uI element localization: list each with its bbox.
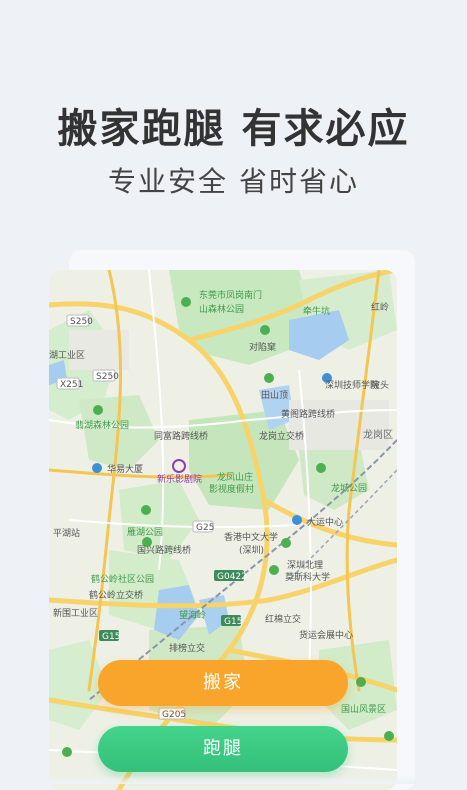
map-label: 国兴路跨线桥 (137, 544, 191, 556)
map-label: 龙岗区 (363, 428, 393, 441)
map-label: 平湖站 (53, 527, 80, 539)
map-label: 新围工业区 (53, 607, 98, 619)
svg-text:G15: G15 (102, 632, 120, 642)
map-label: 鹤公岭立交桥 (89, 589, 143, 601)
svg-text:G205: G205 (162, 710, 186, 720)
map-label: 龙岗立交桥 (259, 430, 304, 442)
map-label: 排榜立交 (169, 642, 205, 654)
map-label: 龙城公园 (331, 482, 367, 494)
svg-text:S250: S250 (70, 317, 93, 327)
svg-text:G0422: G0422 (217, 572, 247, 582)
map-label: 红棉立交 (265, 613, 301, 625)
svg-text:G15: G15 (224, 617, 242, 627)
map-label: 鹤公岭社区公园 (91, 573, 154, 585)
map-label: 同富路跨线桥 (154, 430, 208, 442)
map-label: 货运会展中心 (299, 629, 353, 641)
map-label: 牵牛坑 (303, 305, 330, 317)
map-label: 对陷窠 (249, 341, 276, 353)
svg-text:S250: S250 (96, 372, 119, 382)
map-label: 田山顶 (261, 390, 288, 401)
map-label: 龙凤山庄 (217, 471, 253, 483)
map-label: 望海岭 (179, 609, 206, 621)
map-label: 东莞市凤岗南门 (199, 289, 262, 301)
map-label: 国山风景区 (341, 704, 386, 715)
map-label: 香港中文大学 (224, 531, 278, 543)
map-label: 翡湖森林公园 (75, 419, 129, 431)
map-label: 新乐影剧院 (157, 473, 202, 485)
subline: 专业安全 省时省心 (108, 165, 359, 198)
map-label: 莫斯科大学 (285, 571, 330, 583)
svg-text:X251: X251 (60, 380, 83, 390)
map-label: 红岭 (371, 301, 389, 313)
bottom-fade (0, 776, 467, 784)
map-label: 华易大厦 (107, 463, 143, 475)
errand-button[interactable]: 跑腿 (98, 726, 348, 772)
map-view[interactable]: 东莞市凤岗南门 山森林公园 对陷窠 田山顶 深圳技师学院 黄阁路跨线桥 龙岗区 … (49, 270, 397, 790)
map-label: 大运中心 (307, 516, 343, 528)
stadium-pin-icon (292, 515, 302, 525)
move-button[interactable]: 搬家 (98, 660, 348, 706)
map-label: 影视度假村 (209, 483, 254, 495)
map-label: 湖工业区 (49, 350, 85, 361)
map-canvas: 东莞市凤岗南门 山森林公园 对陷窠 田山顶 深圳技师学院 黄阁路跨线桥 龙岗区 … (49, 270, 397, 790)
headline: 搬家跑腿 有求必应 (57, 106, 410, 152)
map-label: 陂头 (371, 379, 389, 391)
svg-text:G25: G25 (196, 523, 214, 533)
map-label: (深圳) (239, 545, 264, 556)
building-pin-icon (92, 463, 102, 473)
map-label: 黄阁路跨线桥 (281, 408, 335, 420)
map-label: 山森林公园 (199, 303, 244, 315)
map-label: 雁湖公园 (127, 527, 163, 538)
map-label: 深圳北理 (287, 560, 323, 571)
